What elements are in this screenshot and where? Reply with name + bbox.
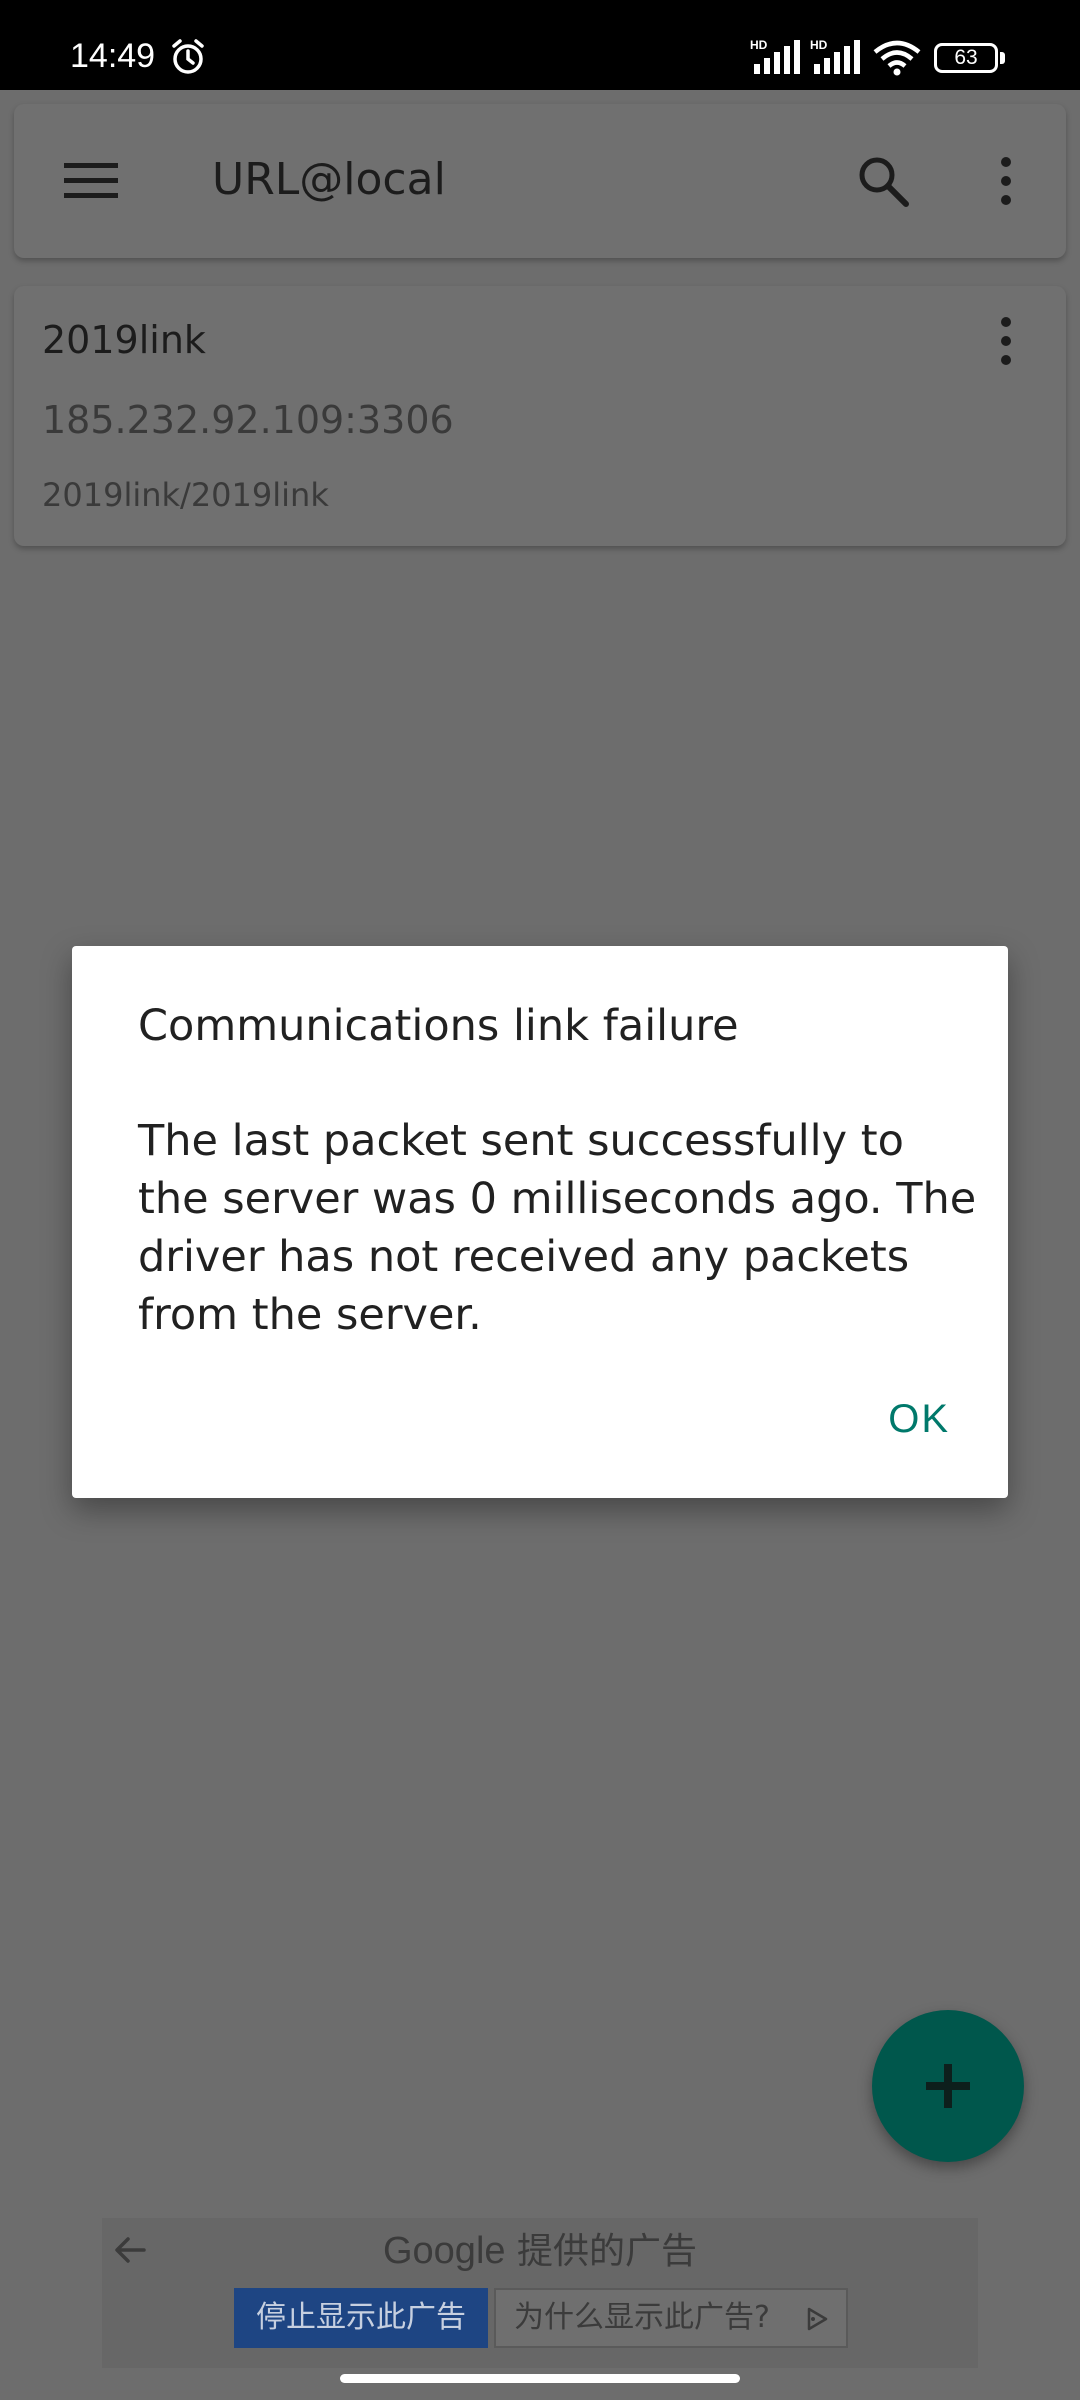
ad-label: Google 提供的广告	[102, 2226, 978, 2277]
wifi-icon	[873, 40, 921, 76]
why-ad-label: 为什么显示此广告?	[514, 2300, 770, 2335]
connection-name: 2019link	[42, 318, 206, 362]
more-vert-icon[interactable]	[994, 316, 1018, 366]
google-logo: Google	[382, 2230, 506, 2272]
more-vert-icon[interactable]	[994, 156, 1018, 206]
app-toolbar: URL@local	[14, 104, 1066, 258]
dialog-title: Communications link failure	[138, 1001, 739, 1051]
adchoices-icon	[807, 2307, 828, 2331]
toolbar-title: URL@local	[212, 154, 446, 205]
alarm-icon	[172, 39, 204, 74]
error-dialog: Communications link failure The last pac…	[72, 946, 1008, 1498]
status-bar: 14:49 HD HD 63	[0, 0, 1080, 90]
signal-hd-icon: HD	[810, 38, 860, 74]
ad-label-text: 提供的广告	[516, 2231, 697, 2272]
menu-icon[interactable]	[64, 159, 118, 203]
dialog-message: The last packet sent successfully to the…	[138, 1116, 977, 1340]
svg-text:HD: HD	[750, 38, 768, 52]
connection-database: 2019link/2019link	[42, 476, 329, 514]
search-icon[interactable]	[856, 154, 910, 208]
ad-banner: Google 提供的广告 停止显示此广告 为什么显示此广告?	[102, 2218, 978, 2368]
battery-tip	[1000, 52, 1005, 64]
home-indicator[interactable]	[340, 2374, 740, 2383]
add-connection-button[interactable]	[872, 2010, 1024, 2162]
connection-card[interactable]: 2019link 185.232.92.109:3306 2019link/20…	[14, 286, 1066, 546]
status-time: 14:49	[70, 37, 156, 75]
svg-text:HD: HD	[810, 38, 828, 52]
ok-button[interactable]: OK	[888, 1394, 950, 1444]
plus-icon	[926, 2064, 970, 2108]
why-ad-button[interactable]: 为什么显示此广告?	[494, 2288, 848, 2348]
signal-hd-icon: HD	[750, 38, 800, 74]
battery-icon: 63	[934, 43, 998, 73]
connection-host: 185.232.92.109:3306	[42, 398, 454, 442]
stop-ad-button[interactable]: 停止显示此广告	[234, 2288, 488, 2348]
